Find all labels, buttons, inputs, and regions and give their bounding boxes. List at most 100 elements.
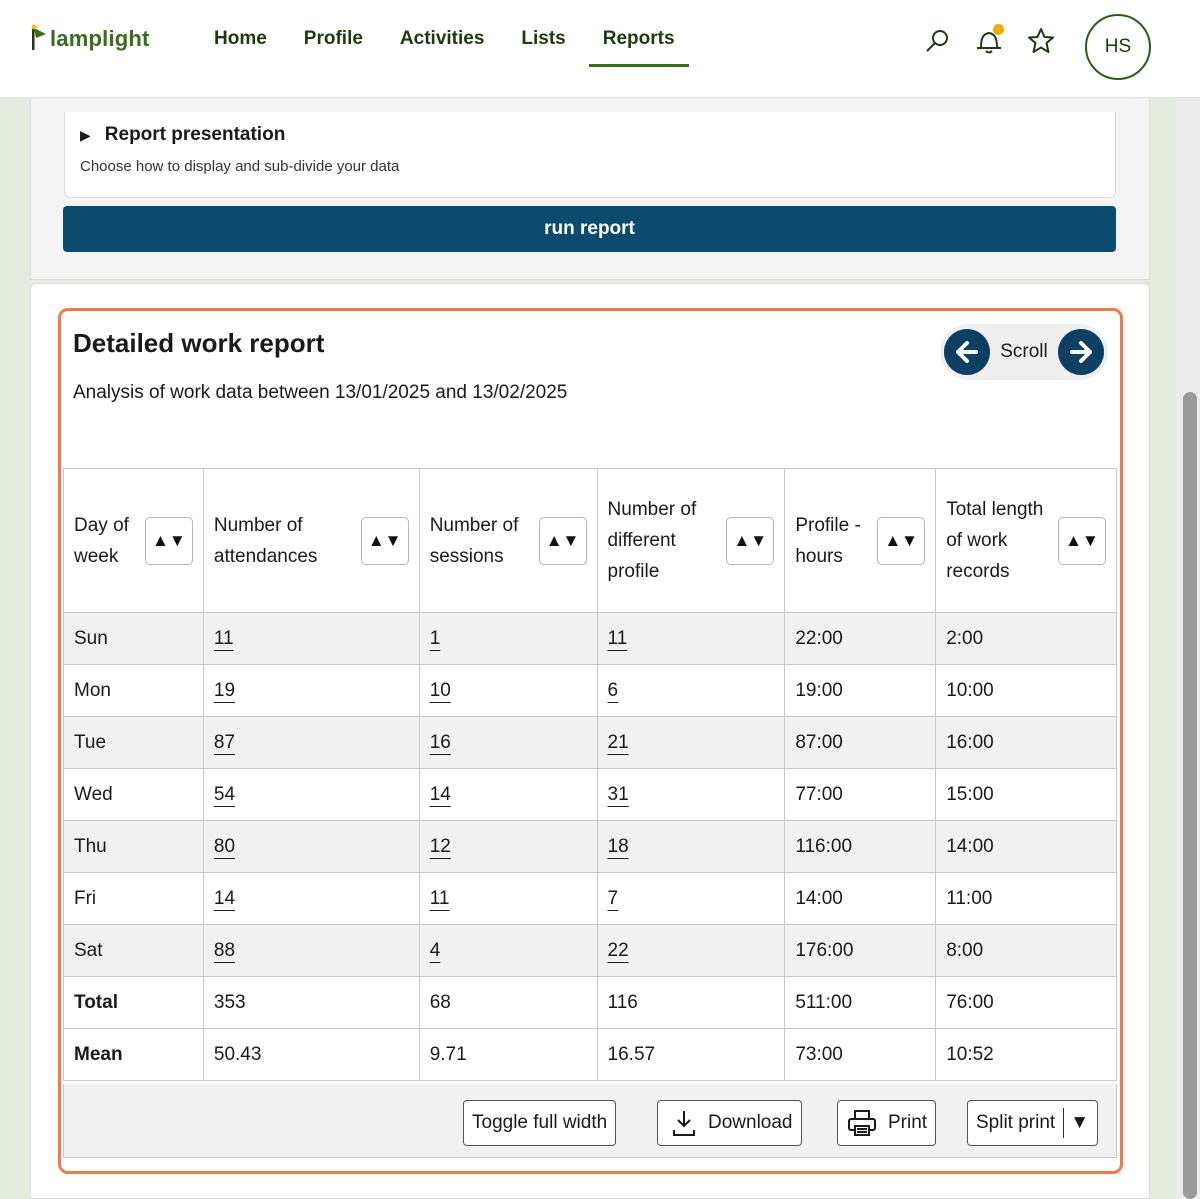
lamplight-logo[interactable]: lamplight — [28, 24, 150, 52]
table-cell: Sat — [63, 924, 204, 977]
drilldown-link[interactable]: 31 — [608, 784, 629, 805]
download-icon — [673, 1111, 695, 1136]
drilldown-link[interactable]: 18 — [608, 836, 629, 857]
table-row: Sat 88 4 22 176:00 8:00 — [63, 924, 1117, 977]
row-label: Wed — [74, 783, 113, 805]
print-label: Print — [888, 1112, 928, 1133]
report-presentation-toggle[interactable]: ▶ Report presentation — [80, 124, 285, 146]
drilldown-link[interactable]: 6 — [608, 680, 619, 701]
table-cell: 76:00 — [935, 976, 1117, 1029]
table-summary-row: Total 353 68 116 511:00 76:00 — [63, 976, 1117, 1029]
table-cell: 18 — [596, 820, 786, 873]
drilldown-link[interactable]: 10 — [430, 680, 451, 701]
nav-profile[interactable]: Profile — [290, 28, 377, 67]
cell-value: 22:00 — [795, 627, 843, 649]
table-scroll-control: Scroll — [940, 324, 1108, 380]
search-icon[interactable] — [920, 24, 954, 58]
table-cell: Tue — [63, 716, 204, 769]
drilldown-link[interactable]: 14 — [430, 784, 451, 805]
scroll-right-button[interactable] — [1057, 329, 1104, 375]
table-cell: 15:00 — [935, 768, 1117, 821]
drilldown-link[interactable]: 21 — [608, 732, 629, 753]
table-cell: 11 — [596, 612, 786, 665]
scroll-left-button[interactable] — [944, 329, 990, 375]
nav-reports[interactable]: Reports — [588, 28, 689, 67]
report-presentation-section[interactable]: ▶ Report presentation Choose how to disp… — [64, 112, 1116, 198]
user-avatar[interactable]: HS — [1085, 14, 1151, 80]
table-row: Tue 87 16 21 87:00 16:00 — [63, 716, 1117, 769]
drilldown-link[interactable]: 7 — [608, 888, 619, 909]
table-cell: 511:00 — [784, 976, 937, 1029]
star-icon[interactable] — [1024, 24, 1058, 58]
table-cell: 10:52 — [935, 1028, 1117, 1081]
split-separator — [1063, 1108, 1065, 1138]
cell-value: 10:00 — [946, 679, 994, 701]
drilldown-link[interactable]: 14 — [214, 888, 235, 909]
sort-button[interactable]: ▲▼ — [360, 516, 409, 565]
table-cell: 16 — [418, 716, 598, 769]
drilldown-link[interactable]: 1 — [430, 628, 441, 649]
drilldown-link[interactable]: 11 — [430, 888, 450, 909]
main-nav: Home Profile Activities Lists Reports — [200, 28, 698, 67]
report-presentation-title: Report presentation — [104, 124, 286, 145]
drilldown-link[interactable]: 54 — [214, 784, 235, 805]
column-header-label: Number of attendances — [213, 514, 318, 567]
table-header-row: Day of week ▲▼ Number of attendances ▲▼ … — [63, 468, 1117, 613]
nav-lists[interactable]: Lists — [507, 28, 579, 67]
table-cell: 7 — [596, 872, 786, 925]
cell-value: 68 — [429, 991, 451, 1013]
nav-home[interactable]: Home — [200, 28, 281, 67]
download-button[interactable]: Download — [657, 1100, 802, 1146]
table-cell: 10:00 — [935, 664, 1117, 717]
split-print-dropdown-icon[interactable]: ▼ — [1070, 1112, 1089, 1134]
drilldown-link[interactable]: 22 — [608, 940, 629, 961]
table-cell: 50.43 — [202, 1028, 420, 1081]
run-report-button[interactable]: run report — [63, 206, 1116, 252]
table-cell: 6 — [596, 664, 786, 717]
split-print-button[interactable]: Split print ▼ — [967, 1100, 1099, 1146]
toggle-full-width-label: Toggle full width — [472, 1112, 608, 1133]
arrow-right-icon — [1069, 341, 1092, 363]
table-cell: 116:00 — [784, 820, 937, 873]
column-header: Number of sessions ▲▼ — [418, 468, 598, 613]
drilldown-link[interactable]: 87 — [214, 732, 235, 753]
drilldown-link[interactable]: 80 — [214, 836, 235, 857]
sort-button[interactable]: ▲▼ — [1058, 516, 1106, 565]
table-cell: 22 — [596, 924, 786, 977]
print-button[interactable]: Print — [837, 1100, 937, 1146]
nav-activities[interactable]: Activities — [386, 28, 498, 67]
cell-value: 9.71 — [429, 1043, 467, 1065]
table-actions-bar: Toggle full width Download Print Split p… — [63, 1084, 1117, 1158]
table-cell: 87:00 — [784, 716, 937, 769]
column-header: Day of week ▲▼ — [63, 468, 204, 613]
row-label: Sun — [74, 627, 108, 649]
table-cell: 16.57 — [596, 1028, 786, 1081]
table-cell: 4 — [418, 924, 598, 977]
column-header: Total length of work records ▲▼ — [935, 468, 1117, 613]
row-label: Tue — [74, 731, 107, 753]
drilldown-link[interactable]: 11 — [608, 628, 628, 649]
drilldown-link[interactable]: 16 — [430, 732, 451, 753]
cell-value: 77:00 — [795, 783, 843, 805]
drilldown-link[interactable]: 19 — [214, 680, 235, 701]
drilldown-link[interactable]: 88 — [214, 940, 235, 961]
nav-icons — [920, 24, 1076, 58]
sort-button[interactable]: ▲▼ — [144, 516, 193, 565]
bell-icon[interactable] — [972, 24, 1006, 58]
toggle-full-width-button[interactable]: Toggle full width — [463, 1100, 617, 1146]
cell-value: 15:00 — [946, 783, 994, 805]
cell-value: 353 — [213, 991, 246, 1013]
sort-button[interactable]: ▲▼ — [726, 516, 775, 565]
drilldown-link[interactable]: 12 — [430, 836, 451, 857]
sort-button[interactable]: ▲▼ — [877, 516, 926, 565]
table-cell: 77:00 — [784, 768, 937, 821]
drilldown-link[interactable]: 4 — [430, 940, 441, 961]
table-cell: 14:00 — [935, 820, 1117, 873]
table-row: Thu 80 12 18 116:00 14:00 — [63, 820, 1117, 873]
drilldown-link[interactable]: 11 — [214, 628, 234, 649]
sort-button[interactable]: ▲▼ — [538, 516, 587, 565]
table-cell: Mon — [63, 664, 204, 717]
page-scrollbar-thumb[interactable] — [1183, 392, 1197, 1199]
cell-value: 50.43 — [213, 1043, 262, 1065]
table-cell: 11:00 — [935, 872, 1117, 925]
